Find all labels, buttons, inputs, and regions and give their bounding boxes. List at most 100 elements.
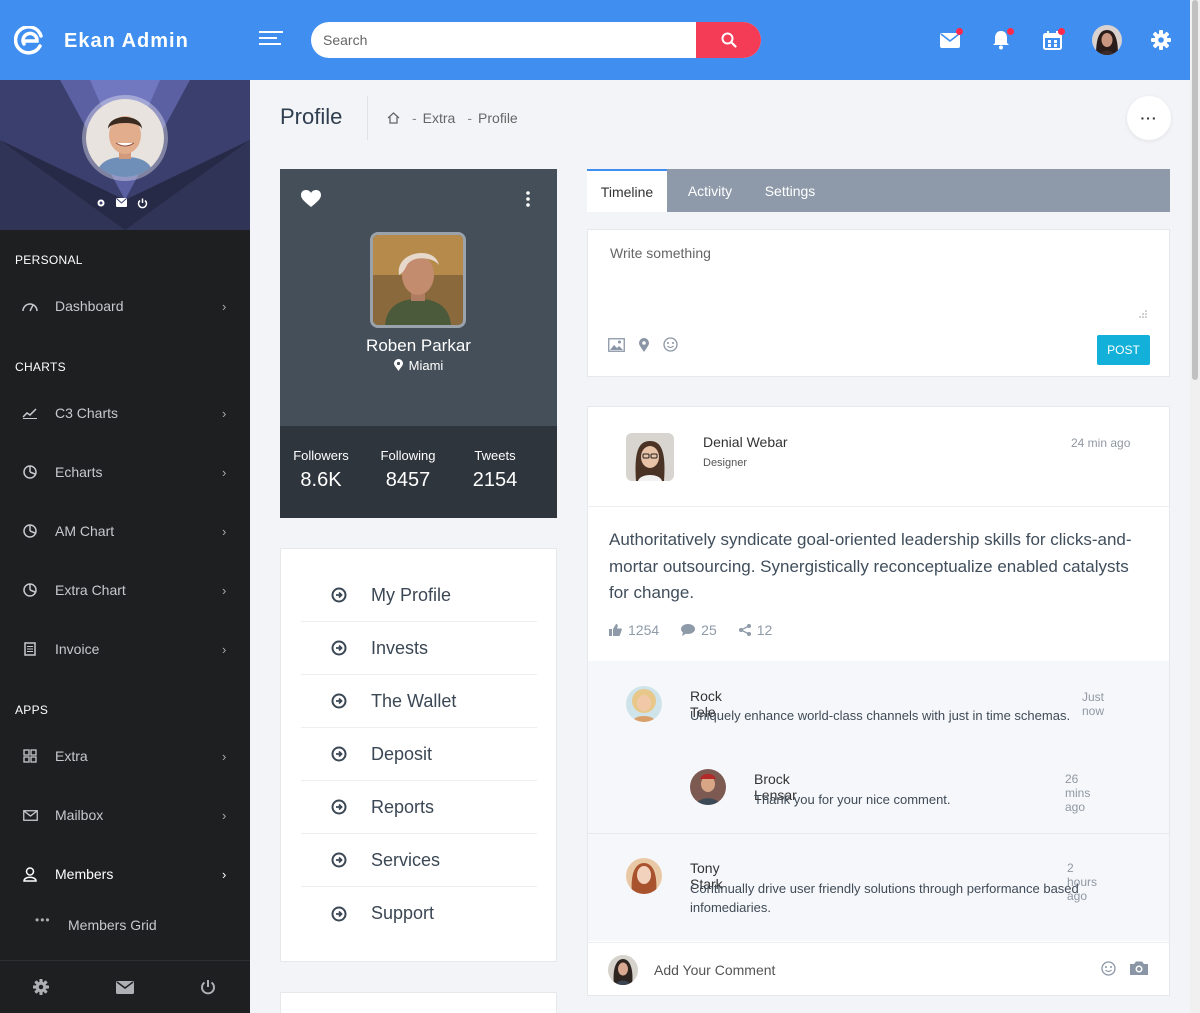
- search-button[interactable]: [696, 22, 761, 58]
- envelope-icon: [116, 980, 134, 994]
- chevron-right-icon: ›: [222, 748, 227, 764]
- chevron-right-icon: ›: [222, 464, 227, 480]
- menu-item-reports[interactable]: Reports: [301, 781, 537, 834]
- pie-icon: [22, 523, 38, 539]
- brand[interactable]: Ekan Admin: [14, 26, 189, 56]
- tab-activity[interactable]: Activity: [667, 169, 753, 212]
- stat-label: Tweets: [474, 448, 516, 463]
- image-icon[interactable]: [608, 337, 625, 352]
- sidebar-item-c3-charts[interactable]: C3 Charts ›: [0, 393, 250, 433]
- smile-icon[interactable]: [663, 337, 678, 352]
- page-title: Profile: [280, 104, 343, 129]
- menu-item-my-profile[interactable]: My Profile: [301, 569, 537, 622]
- sidebar-item-label: Extra: [55, 748, 88, 764]
- map-pin-icon[interactable]: [639, 337, 649, 352]
- home-icon[interactable]: [387, 112, 400, 124]
- power-icon[interactable]: [137, 198, 148, 209]
- arrow-circle-right-icon: [331, 906, 347, 921]
- user-icon: [22, 866, 38, 882]
- comment-avatar[interactable]: [626, 858, 662, 894]
- comment-avatar[interactable]: [690, 769, 726, 805]
- tab-settings[interactable]: Settings: [753, 169, 827, 212]
- breadcrumb-separator: -: [467, 110, 473, 126]
- stat-label: Followers: [293, 448, 349, 463]
- sidebar: PERSONAL Dashboard › CHARTS C3 Charts › …: [0, 80, 250, 1013]
- notifications-button[interactable]: [987, 26, 1015, 54]
- stat-value: 2154: [472, 469, 518, 491]
- breadcrumb-item-profile: Profile: [478, 110, 518, 126]
- menu-item-services[interactable]: Services: [301, 834, 537, 887]
- sidebar-item-label: Echarts: [55, 464, 103, 480]
- heart-icon[interactable]: [301, 190, 321, 208]
- menu-item-deposit[interactable]: Deposit: [301, 728, 537, 781]
- resize-grip-icon[interactable]: [1139, 310, 1147, 318]
- camera-icon[interactable]: [1130, 961, 1148, 975]
- menu-item-invests[interactable]: Invests: [301, 622, 537, 675]
- profile-location-text: Miami: [408, 358, 444, 373]
- page-scrollbar[interactable]: [1190, 0, 1200, 1013]
- likes-count: 1254: [628, 622, 660, 638]
- more-vertical-icon[interactable]: [526, 191, 530, 207]
- breadcrumb-separator: -: [412, 110, 417, 126]
- scrollbar-thumb[interactable]: [1192, 0, 1198, 380]
- menu-item-support[interactable]: Support: [301, 887, 537, 940]
- gauge-icon: [22, 298, 38, 314]
- sidebar-avatar[interactable]: [82, 95, 168, 181]
- envelope-icon[interactable]: [116, 198, 127, 207]
- stat-value: 8.6K: [300, 469, 342, 491]
- profile-card: Roben Parkar Miami Followers 8.6K Follow…: [280, 169, 557, 518]
- footer-mail-button[interactable]: [116, 978, 134, 996]
- arrow-circle-right-icon: [331, 640, 347, 656]
- tab-timeline[interactable]: Timeline: [587, 169, 667, 212]
- post-button[interactable]: POST: [1097, 335, 1150, 365]
- likes-button[interactable]: 1254: [609, 622, 659, 638]
- timeline-post: Denial Webar Designer 24 min ago Authori…: [587, 406, 1170, 996]
- sidebar-profile-actions: [96, 198, 148, 209]
- post-author-name[interactable]: Denial Webar: [703, 434, 788, 450]
- gear-icon[interactable]: [96, 198, 106, 208]
- chevron-right-icon: ›: [222, 523, 227, 539]
- footer-logout-button[interactable]: [199, 978, 217, 996]
- search-input[interactable]: [323, 22, 693, 58]
- sidebar-profile-header: [0, 80, 250, 230]
- comment-divider: [588, 833, 1169, 834]
- composer-input[interactable]: Write something: [610, 245, 711, 261]
- sidebar-item-extra-chart[interactable]: Extra Chart ›: [0, 570, 250, 610]
- sidebar-section-apps: APPS: [15, 703, 49, 717]
- profile-avatar[interactable]: [370, 232, 466, 328]
- share-icon: [738, 624, 751, 636]
- shares-count: 12: [756, 622, 773, 638]
- settings-button[interactable]: [1147, 26, 1175, 54]
- sidebar-item-echarts[interactable]: Echarts ›: [0, 452, 250, 492]
- profile-tabs: Timeline Activity Settings: [587, 169, 1170, 212]
- breadcrumb-item-extra[interactable]: Extra: [423, 110, 456, 126]
- post-composer: Write something POST: [587, 229, 1170, 377]
- mail-button[interactable]: [936, 26, 964, 54]
- sidebar-item-members[interactable]: Members ›: [0, 854, 250, 894]
- menu-item-the-wallet[interactable]: The Wallet: [301, 675, 537, 728]
- arrow-circle-right-icon: [331, 693, 347, 709]
- sidebar-item-extra[interactable]: Extra ›: [0, 736, 250, 776]
- power-icon: [201, 980, 215, 995]
- comment-avatar[interactable]: [626, 686, 662, 722]
- add-comment-input[interactable]: Add Your Comment: [654, 962, 775, 978]
- sidebar-item-label: C3 Charts: [55, 405, 119, 421]
- profile-stats: Followers 8.6K Following 8457 Tweets 215…: [280, 426, 557, 518]
- sidebar-item-am-chart[interactable]: AM Chart ›: [0, 511, 250, 551]
- calendar-button[interactable]: [1038, 26, 1066, 54]
- grid-icon: [22, 748, 38, 764]
- smile-icon[interactable]: [1101, 961, 1116, 976]
- more-options-button[interactable]: ···: [1127, 96, 1171, 140]
- shares-button[interactable]: 12: [738, 622, 773, 638]
- post-body: Authoritatively syndicate goal-oriented …: [609, 530, 1132, 602]
- footer-settings-button[interactable]: [32, 978, 50, 996]
- sidebar-item-mailbox[interactable]: Mailbox ›: [0, 795, 250, 835]
- sidebar-item-dashboard[interactable]: Dashboard ›: [0, 286, 250, 326]
- menu-toggle-icon[interactable]: [259, 31, 283, 49]
- sidebar-item-invoice[interactable]: Invoice ›: [0, 629, 250, 669]
- chevron-right-icon: ›: [222, 298, 227, 314]
- comments-button[interactable]: 25: [681, 622, 717, 638]
- user-avatar[interactable]: [1092, 25, 1122, 55]
- post-author-avatar[interactable]: [626, 433, 674, 481]
- comment-text: Continually drive user friendly solution…: [690, 881, 1079, 915]
